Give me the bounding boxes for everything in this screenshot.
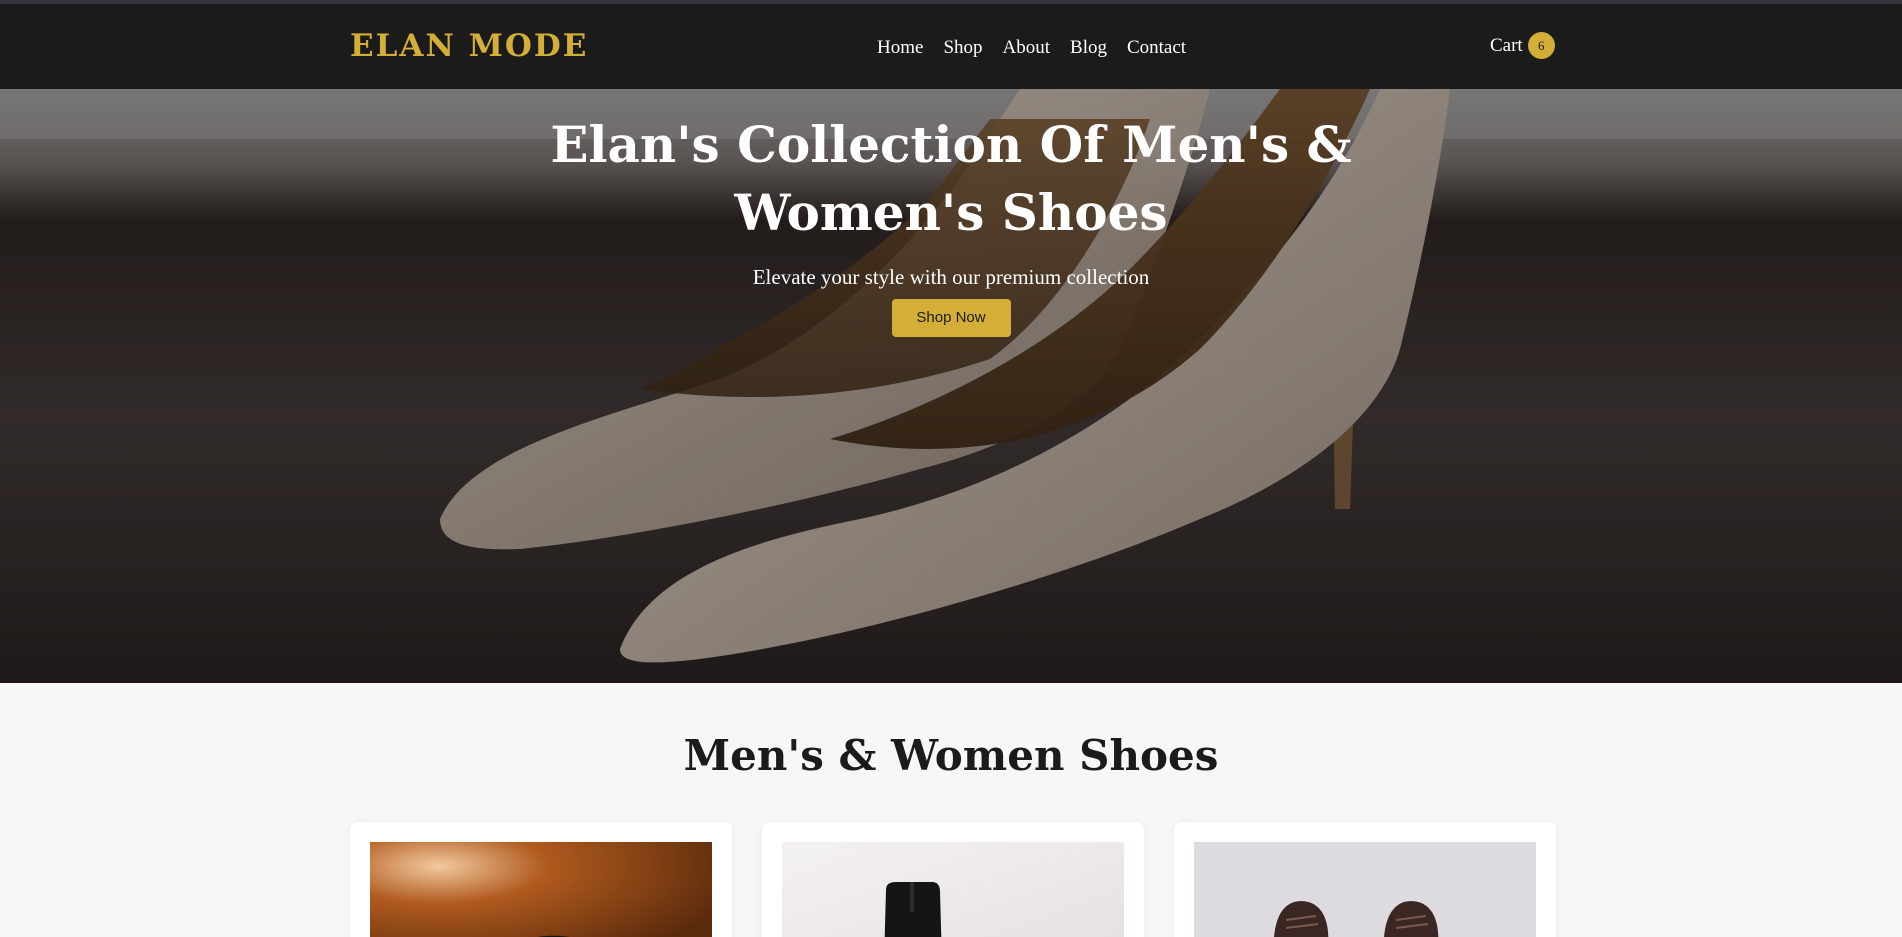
cart-count-badge: 6 [1527,32,1555,59]
nav-link-blog[interactable]: Blog [1070,36,1107,60]
hero-banner: Elan's Collection Of Men's & Women's Sho… [0,89,1902,683]
shop-now-button[interactable]: Shop Now [891,299,1011,337]
product-image[interactable] [782,842,1124,937]
brown-lace-up-shoes-photo [1194,842,1536,937]
navbar: ELAN MODE Home Shop About Blog Contact C… [0,4,1902,89]
products-section-title: Men's & Women Shoes [683,731,1219,780]
product-image[interactable] [1194,842,1536,937]
product-image[interactable] [370,842,712,937]
product-card[interactable] [350,822,732,937]
black-ankle-boot-photo [782,842,1124,937]
brand-logo[interactable]: ELAN MODE [350,26,588,66]
cart-button[interactable]: Cart 6 [1490,32,1555,59]
product-card[interactable] [1174,822,1556,937]
nav-link-shop[interactable]: Shop [943,36,982,60]
main-nav: Home Shop About Blog Contact [877,36,1186,60]
cart-label: Cart [1490,34,1523,56]
nav-link-home[interactable]: Home [877,36,923,60]
product-card[interactable] [762,822,1144,937]
nav-link-about[interactable]: About [1003,36,1051,60]
nav-link-contact[interactable]: Contact [1127,36,1186,60]
hero-title: Elan's Collection Of Men's & Women's Sho… [550,115,1352,242]
dark-leather-shoes-photo [370,842,712,937]
hero-subtitle: Elevate your style with our premium coll… [752,265,1150,289]
hero-content: Elan's Collection Of Men's & Women's Sho… [0,89,1902,337]
